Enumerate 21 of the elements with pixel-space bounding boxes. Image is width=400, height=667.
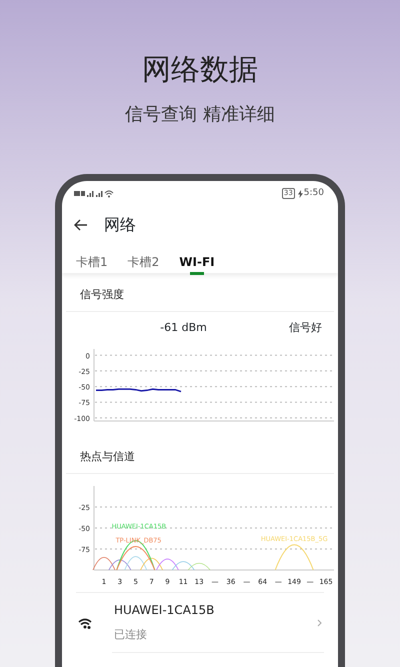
channel-arc — [172, 562, 195, 571]
status-time: 5:50 — [304, 187, 324, 200]
wifi-icon — [78, 618, 92, 629]
channel-arc — [274, 544, 314, 571]
network-name: HUAWEI-1CA15B — [114, 602, 216, 620]
section-title: 热点与信道 — [66, 434, 334, 474]
tab[interactable]: 卡槽2 — [118, 246, 170, 273]
tab[interactable]: 卡槽1 — [66, 246, 118, 273]
subheadline: 信号查询 精准详细 — [124, 102, 276, 127]
network-status: 已连接 — [114, 627, 148, 644]
signal-quality: 信号好 — [289, 320, 322, 336]
headline: 网络数据 — [141, 51, 259, 87]
signal-reading: -61 dBm — [160, 320, 207, 336]
tab[interactable]: WI-FI — [169, 246, 225, 273]
status-icons — [74, 189, 114, 198]
back-arrow-icon[interactable] — [74, 218, 88, 231]
charging-icon — [298, 190, 303, 198]
section-title: 信号强度 — [66, 272, 334, 312]
screen-title: 网络 — [104, 214, 136, 236]
network-item[interactable]: HUAWEI-1CA15B 已连接 — [62, 593, 338, 652]
chevron-icon — [317, 618, 322, 627]
